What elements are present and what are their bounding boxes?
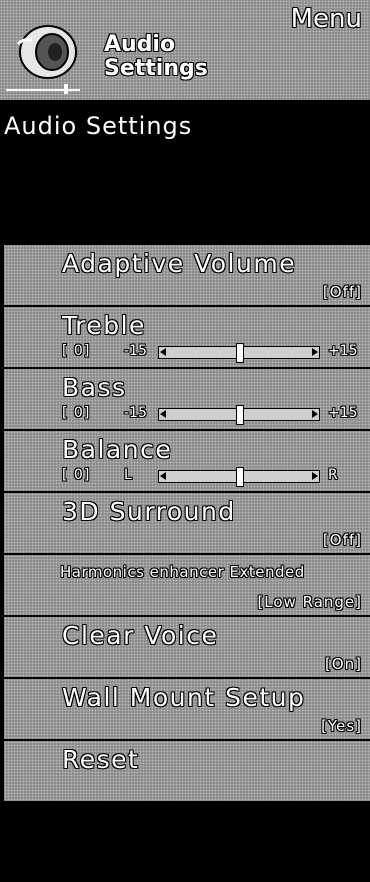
treble-label: Treble (62, 311, 146, 340)
treble-slider-knob[interactable] (236, 343, 244, 363)
arrow-left-icon (160, 472, 166, 480)
menu-item-wall-mount-setup[interactable]: Wall Mount Setup [Yes] (4, 679, 370, 741)
balance-slider[interactable] (158, 467, 320, 487)
header-title-line1: Audio (104, 32, 176, 57)
arrow-left-icon (160, 410, 166, 418)
bass-label: Bass (62, 373, 127, 402)
harmonics-enhancer-value: [Low Range] (257, 593, 362, 611)
header-slider-decoration (6, 84, 80, 94)
3d-surround-value: [Off] (322, 531, 362, 549)
menu-item-harmonics-enhancer[interactable]: Harmonics enhancer Extended [Low Range] (4, 555, 370, 617)
balance-label: Balance (62, 435, 173, 464)
bass-current-value: [ 0] (62, 405, 91, 421)
header-title-line2: Settings (104, 56, 208, 81)
section-title: Audio Settings (4, 112, 193, 140)
reset-label: Reset (62, 745, 140, 774)
balance-slider-knob[interactable] (236, 467, 244, 487)
balance-max-label: R (328, 467, 338, 483)
harmonics-enhancer-label: Harmonics enhancer Extended (60, 563, 305, 581)
arrow-right-icon (312, 472, 318, 480)
bass-slider-knob[interactable] (236, 405, 244, 425)
menu-item-treble[interactable]: Treble [ 0] -15 +15 (4, 307, 370, 369)
wall-mount-setup-label: Wall Mount Setup (62, 683, 306, 712)
menu-item-clear-voice[interactable]: Clear Voice [On] (4, 617, 370, 679)
arrow-right-icon (312, 348, 318, 356)
treble-slider[interactable] (158, 343, 320, 363)
wall-mount-setup-value: [Yes] (321, 717, 362, 735)
menu-item-bass[interactable]: Bass [ 0] -15 +15 (4, 369, 370, 431)
treble-slider-row: [ 0] -15 +15 (62, 343, 362, 363)
menu-item-balance[interactable]: Balance [ 0] L R (4, 431, 370, 493)
balance-min-label: L (124, 467, 132, 483)
treble-min-label: -15 (124, 343, 147, 359)
adaptive-volume-label: Adaptive Volume (62, 249, 297, 278)
balance-current-value: [ 0] (62, 467, 91, 483)
arrow-left-icon (160, 348, 166, 356)
treble-max-label: +15 (328, 343, 358, 359)
arrow-right-icon (312, 410, 318, 418)
adaptive-volume-value: [Off] (322, 283, 362, 301)
bass-slider-row: [ 0] -15 +15 (62, 405, 362, 425)
menu-label[interactable]: Menu (291, 4, 362, 34)
menu-item-3d-surround[interactable]: 3D Surround [Off] (4, 493, 370, 555)
treble-current-value: [ 0] (62, 343, 91, 359)
clear-voice-value: [On] (324, 655, 362, 673)
3d-surround-label: 3D Surround (62, 497, 236, 526)
bass-max-label: +15 (328, 405, 358, 421)
clear-voice-label: Clear Voice (62, 621, 219, 650)
bass-slider[interactable] (158, 405, 320, 425)
bass-min-label: -15 (124, 405, 147, 421)
balance-slider-row: [ 0] L R (62, 467, 362, 487)
speaker-icon (16, 25, 77, 79)
menu-item-adaptive-volume[interactable]: Adaptive Volume [Off] (4, 245, 370, 307)
menu-item-reset[interactable]: Reset (4, 741, 370, 803)
audio-settings-menu: Adaptive Volume [Off] Treble [ 0] -15 +1… (4, 245, 370, 803)
header: Menu Audio Settings (0, 0, 370, 100)
